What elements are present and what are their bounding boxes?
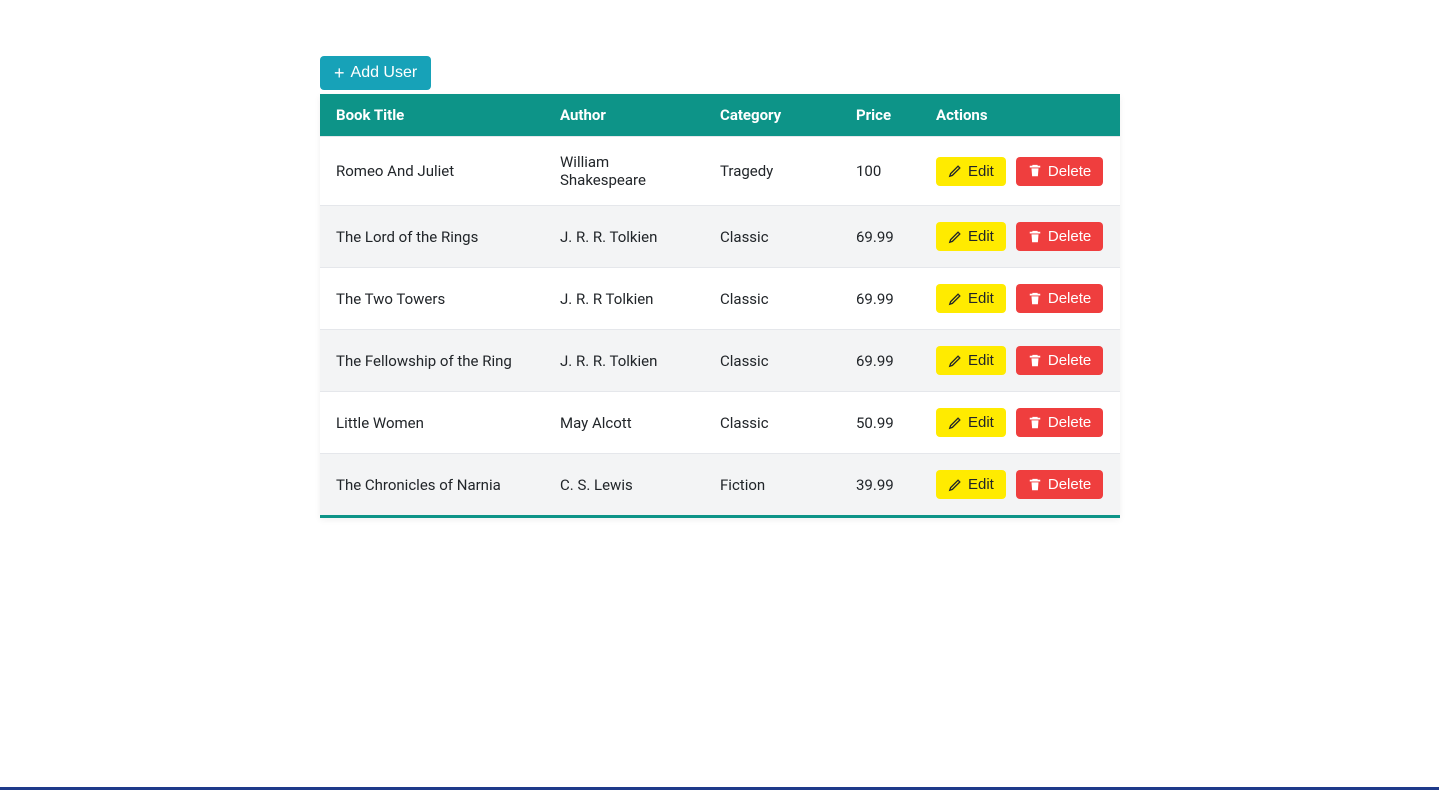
- books-table: Book Title Author Category Price Actions…: [320, 94, 1120, 515]
- header-actions: Actions: [920, 94, 1120, 137]
- delete-button[interactable]: Delete: [1016, 284, 1103, 313]
- add-user-label: Add User: [351, 64, 418, 82]
- cell-title: The Two Towers: [320, 268, 544, 330]
- pencil-icon: [948, 478, 962, 492]
- cell-title: The Lord of the Rings: [320, 206, 544, 268]
- cell-title: The Chronicles of Narnia: [320, 454, 544, 516]
- pencil-icon: [948, 230, 962, 244]
- delete-button[interactable]: Delete: [1016, 346, 1103, 375]
- cell-author: May Alcott: [544, 392, 704, 454]
- header-author: Author: [544, 94, 704, 137]
- edit-button[interactable]: Edit: [936, 222, 1006, 251]
- pencil-icon: [948, 164, 962, 178]
- cell-actions: Edit Delete: [920, 137, 1120, 206]
- books-table-wrapper: Book Title Author Category Price Actions…: [320, 94, 1120, 518]
- cell-category: Classic: [704, 268, 840, 330]
- cell-price: 69.99: [840, 206, 920, 268]
- trash-icon: [1028, 354, 1042, 368]
- cell-author: J. R. R. Tolkien: [544, 206, 704, 268]
- plus-icon: +: [334, 64, 345, 82]
- edit-label: Edit: [968, 414, 994, 431]
- cell-actions: Edit Delete: [920, 206, 1120, 268]
- cell-title: Little Women: [320, 392, 544, 454]
- table-row: The Two TowersJ. R. R TolkienClassic69.9…: [320, 268, 1120, 330]
- cell-actions: Edit Delete: [920, 268, 1120, 330]
- trash-icon: [1028, 478, 1042, 492]
- pencil-icon: [948, 292, 962, 306]
- cell-author: C. S. Lewis: [544, 454, 704, 516]
- delete-label: Delete: [1048, 476, 1091, 493]
- edit-label: Edit: [968, 228, 994, 245]
- delete-label: Delete: [1048, 352, 1091, 369]
- edit-button[interactable]: Edit: [936, 408, 1006, 437]
- delete-button[interactable]: Delete: [1016, 408, 1103, 437]
- delete-label: Delete: [1048, 163, 1091, 180]
- cell-category: Classic: [704, 330, 840, 392]
- cell-title: The Fellowship of the Ring: [320, 330, 544, 392]
- cell-price: 50.99: [840, 392, 920, 454]
- edit-button[interactable]: Edit: [936, 157, 1006, 186]
- delete-label: Delete: [1048, 290, 1091, 307]
- cell-category: Fiction: [704, 454, 840, 516]
- add-user-button[interactable]: + Add User: [320, 56, 431, 90]
- cell-price: 69.99: [840, 330, 920, 392]
- cell-actions: Edit Delete: [920, 330, 1120, 392]
- edit-label: Edit: [968, 476, 994, 493]
- cell-category: Classic: [704, 206, 840, 268]
- trash-icon: [1028, 416, 1042, 430]
- cell-price: 69.99: [840, 268, 920, 330]
- edit-button[interactable]: Edit: [936, 346, 1006, 375]
- edit-label: Edit: [968, 352, 994, 369]
- edit-button[interactable]: Edit: [936, 470, 1006, 499]
- cell-category: Classic: [704, 392, 840, 454]
- cell-actions: Edit Delete: [920, 454, 1120, 516]
- delete-label: Delete: [1048, 414, 1091, 431]
- header-title: Book Title: [320, 94, 544, 137]
- trash-icon: [1028, 230, 1042, 244]
- table-header-row: Book Title Author Category Price Actions: [320, 94, 1120, 137]
- cell-title: Romeo And Juliet: [320, 137, 544, 206]
- cell-price: 39.99: [840, 454, 920, 516]
- delete-button[interactable]: Delete: [1016, 157, 1103, 186]
- pencil-icon: [948, 354, 962, 368]
- cell-category: Tragedy: [704, 137, 840, 206]
- trash-icon: [1028, 292, 1042, 306]
- cell-price: 100: [840, 137, 920, 206]
- trash-icon: [1028, 164, 1042, 178]
- pencil-icon: [948, 416, 962, 430]
- delete-button[interactable]: Delete: [1016, 470, 1103, 499]
- delete-button[interactable]: Delete: [1016, 222, 1103, 251]
- cell-author: William Shakespeare: [544, 137, 704, 206]
- cell-author: J. R. R Tolkien: [544, 268, 704, 330]
- delete-label: Delete: [1048, 228, 1091, 245]
- edit-button[interactable]: Edit: [936, 284, 1006, 313]
- cell-actions: Edit Delete: [920, 392, 1120, 454]
- table-row: The Chronicles of NarniaC. S. LewisFicti…: [320, 454, 1120, 516]
- table-row: The Fellowship of the RingJ. R. R. Tolki…: [320, 330, 1120, 392]
- edit-label: Edit: [968, 163, 994, 180]
- table-row: Little WomenMay AlcottClassic50.99 Edit De…: [320, 392, 1120, 454]
- table-row: Romeo And JulietWilliam ShakespeareTrage…: [320, 137, 1120, 206]
- edit-label: Edit: [968, 290, 994, 307]
- cell-author: J. R. R. Tolkien: [544, 330, 704, 392]
- header-category: Category: [704, 94, 840, 137]
- table-row: The Lord of the RingsJ. R. R. TolkienCla…: [320, 206, 1120, 268]
- header-price: Price: [840, 94, 920, 137]
